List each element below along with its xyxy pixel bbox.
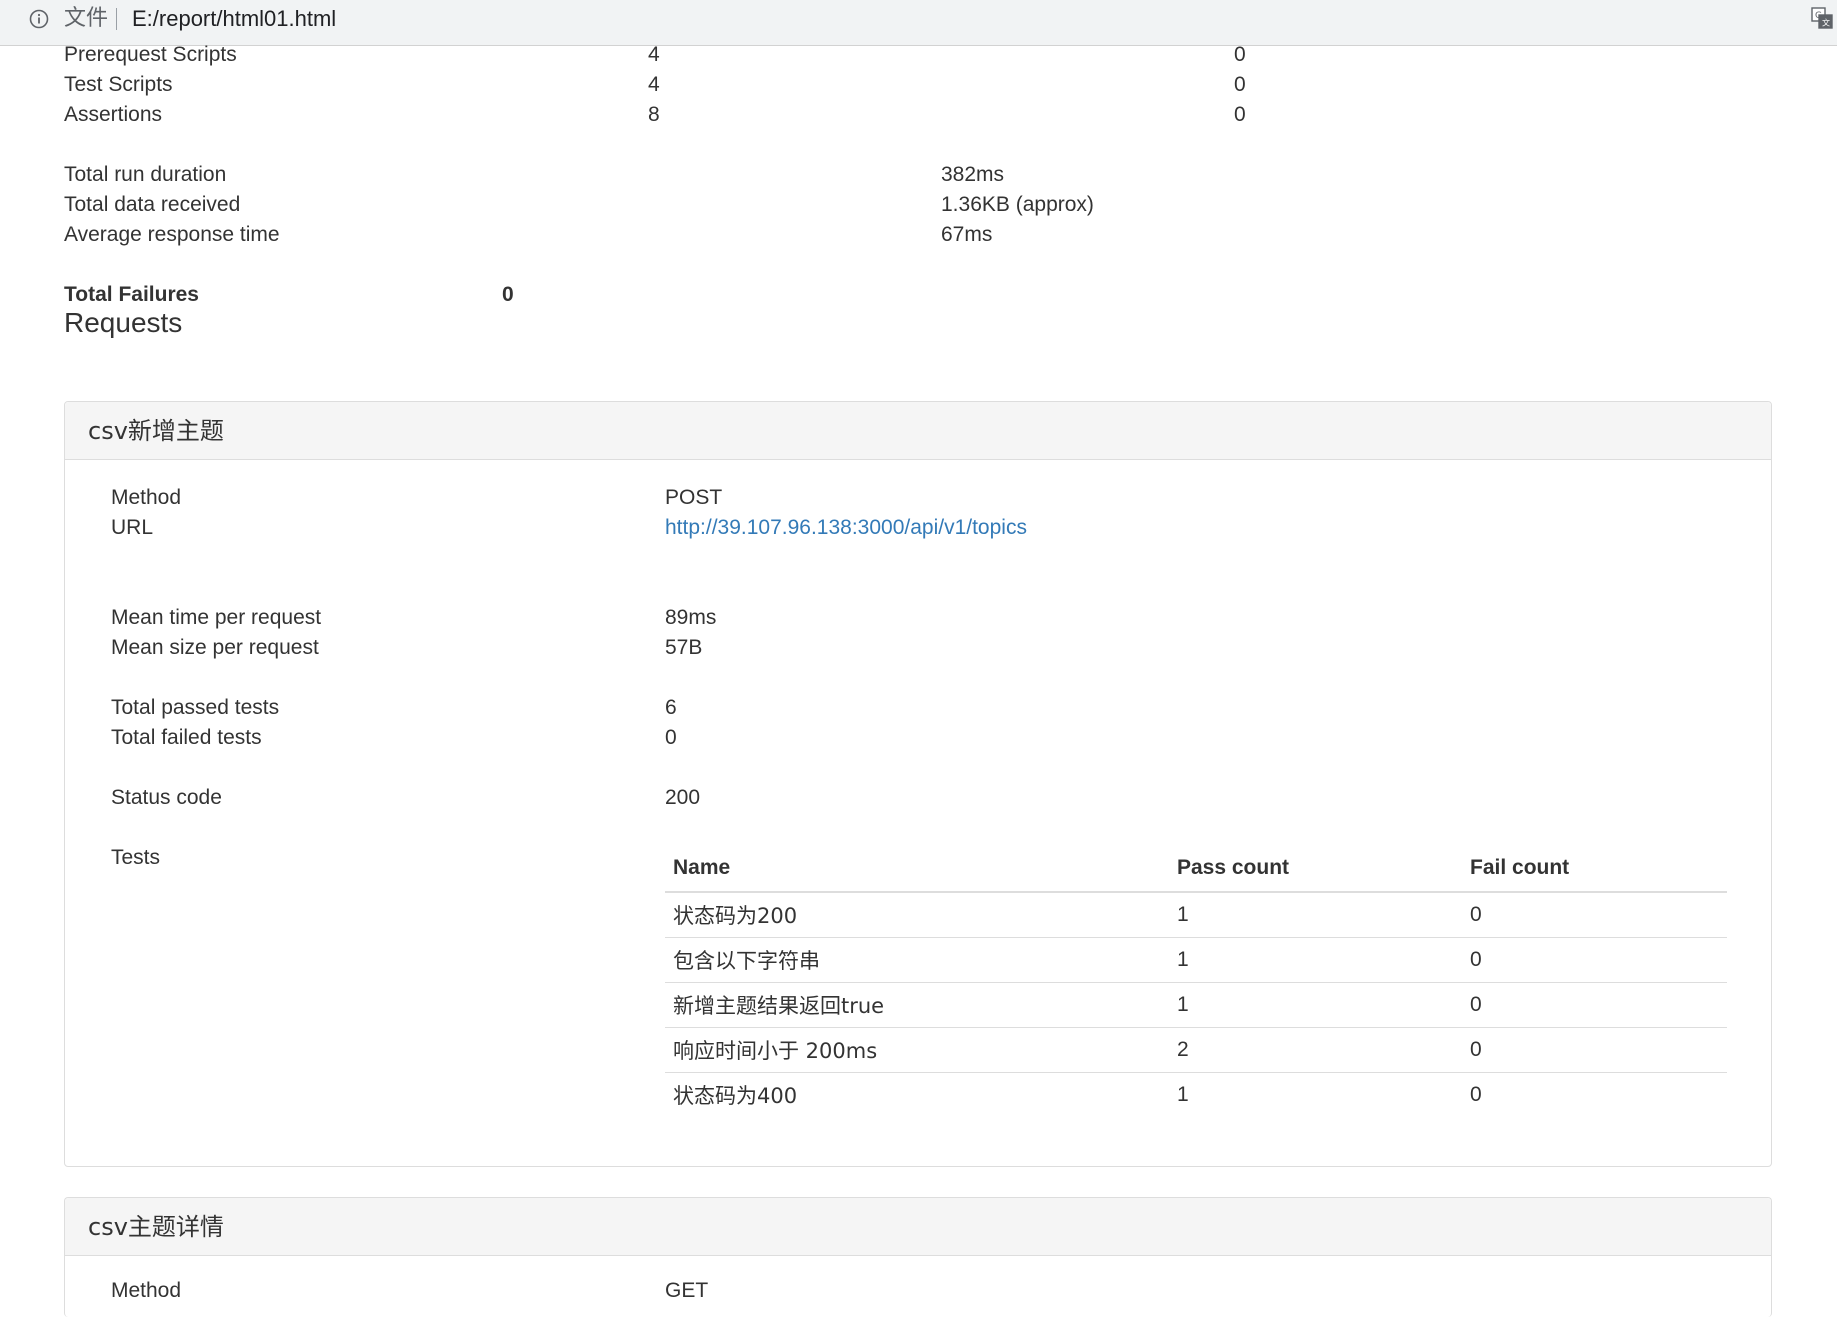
- status-code-label: Status code: [111, 786, 222, 809]
- svg-text:文: 文: [1822, 18, 1830, 28]
- passed-tests-label: Total passed tests: [111, 696, 280, 719]
- mean-size-value: 57B: [665, 636, 703, 659]
- stat-label-duration: Total run duration: [64, 163, 227, 186]
- svg-text:G: G: [1815, 11, 1822, 21]
- test-fail-count: 0: [1462, 892, 1727, 938]
- table-row: 新增主题结果返回true 1 0: [665, 982, 1727, 1028]
- tests-table-header: Name Pass count Fail count: [665, 845, 1727, 893]
- request-title: csv新增主题: [88, 417, 224, 445]
- column-header-pass: Pass count: [1169, 845, 1462, 893]
- test-pass-count: 1: [1169, 982, 1462, 1028]
- url-label: URL: [111, 516, 154, 539]
- table-row: 状态码为400 1 0: [665, 1073, 1727, 1118]
- summary-total-test-scripts: 4: [648, 73, 660, 96]
- stat-value-duration: 382ms: [941, 163, 1005, 186]
- tests-label: Tests: [111, 846, 161, 869]
- stat-label-avg-response: Average response time: [64, 223, 280, 246]
- stat-value-avg-response: 67ms: [941, 223, 993, 246]
- request-panel: csv主题详情 Method GET: [64, 1197, 1772, 1317]
- failed-tests-label: Total failed tests: [111, 726, 262, 749]
- tests-table: Name Pass count Fail count 状态码为200 1 0 包…: [665, 845, 1727, 1117]
- stat-label-data-received: Total data received: [64, 193, 241, 216]
- address-bar[interactable]: 文件 E:/report/html01.html G 文: [0, 0, 1837, 46]
- table-row: 状态码为200 1 0: [665, 892, 1727, 938]
- method-value: POST: [665, 486, 723, 509]
- mean-time-label: Mean time per request: [111, 606, 322, 629]
- requests-heading: Requests: [64, 307, 183, 338]
- translate-icon[interactable]: G 文: [1811, 7, 1833, 29]
- panel-heading[interactable]: csv主题详情: [65, 1198, 1771, 1256]
- summary-label-prerequest: Prerequest Scripts: [64, 43, 237, 66]
- test-pass-count: 2: [1169, 1027, 1462, 1073]
- method-label: Method: [111, 1279, 182, 1302]
- test-name: 响应时间小于 200ms: [665, 1027, 1169, 1073]
- summary-failed-assertions: 0: [1234, 103, 1246, 126]
- total-failures-label: Total Failures: [64, 283, 199, 306]
- summary-label-test-scripts: Test Scripts: [64, 73, 173, 96]
- request-title: csv主题详情: [88, 1213, 224, 1241]
- table-row: 响应时间小于 200ms 2 0: [665, 1027, 1727, 1073]
- status-code-value: 200: [665, 786, 701, 809]
- test-name: 状态码为400: [673, 1084, 798, 1108]
- scheme-label: 文件: [64, 6, 109, 31]
- request-panel: csv新增主题 Method POST URL http://39.107.96…: [64, 401, 1772, 1167]
- mean-time-value: 89ms: [665, 606, 717, 629]
- passed-tests-value: 6: [665, 696, 677, 719]
- failed-tests-value: 0: [665, 726, 677, 749]
- test-fail-count: 0: [1462, 982, 1727, 1028]
- test-name: 状态码为200: [665, 892, 1169, 938]
- url-text[interactable]: E:/report/html01.html: [132, 6, 336, 32]
- test-fail-count: 0: [1470, 1083, 1482, 1106]
- info-icon[interactable]: [29, 9, 49, 29]
- column-header-fail: Fail count: [1462, 845, 1727, 893]
- test-pass-count: 1: [1177, 1083, 1189, 1106]
- summary-total-prerequest: 4: [648, 43, 660, 66]
- summary-label-assertions: Assertions: [64, 103, 163, 126]
- column-header-name: Name: [665, 845, 1169, 893]
- summary-failed-prerequest: 0: [1234, 43, 1246, 66]
- request-url-link[interactable]: http://39.107.96.138:3000/api/v1/topics: [665, 515, 1027, 541]
- address-separator: [116, 8, 117, 30]
- panel-heading[interactable]: csv新增主题: [65, 402, 1771, 460]
- test-fail-count: 0: [1462, 1027, 1727, 1073]
- table-row: 包含以下字符串 1 0: [665, 937, 1727, 983]
- summary-total-assertions: 8: [648, 103, 660, 126]
- total-failures-value: 0: [502, 283, 514, 306]
- summary-failed-test-scripts: 0: [1234, 73, 1246, 96]
- test-pass-count: 1: [1169, 892, 1462, 938]
- method-label: Method: [111, 486, 182, 509]
- test-fail-count: 0: [1462, 937, 1727, 983]
- method-value: GET: [665, 1279, 709, 1302]
- test-name: 新增主题结果返回true: [665, 982, 1169, 1028]
- stat-value-data-received: 1.36KB (approx): [941, 193, 1094, 216]
- mean-size-label: Mean size per request: [111, 636, 319, 659]
- test-pass-count: 1: [1169, 937, 1462, 983]
- test-name: 包含以下字符串: [665, 937, 1169, 983]
